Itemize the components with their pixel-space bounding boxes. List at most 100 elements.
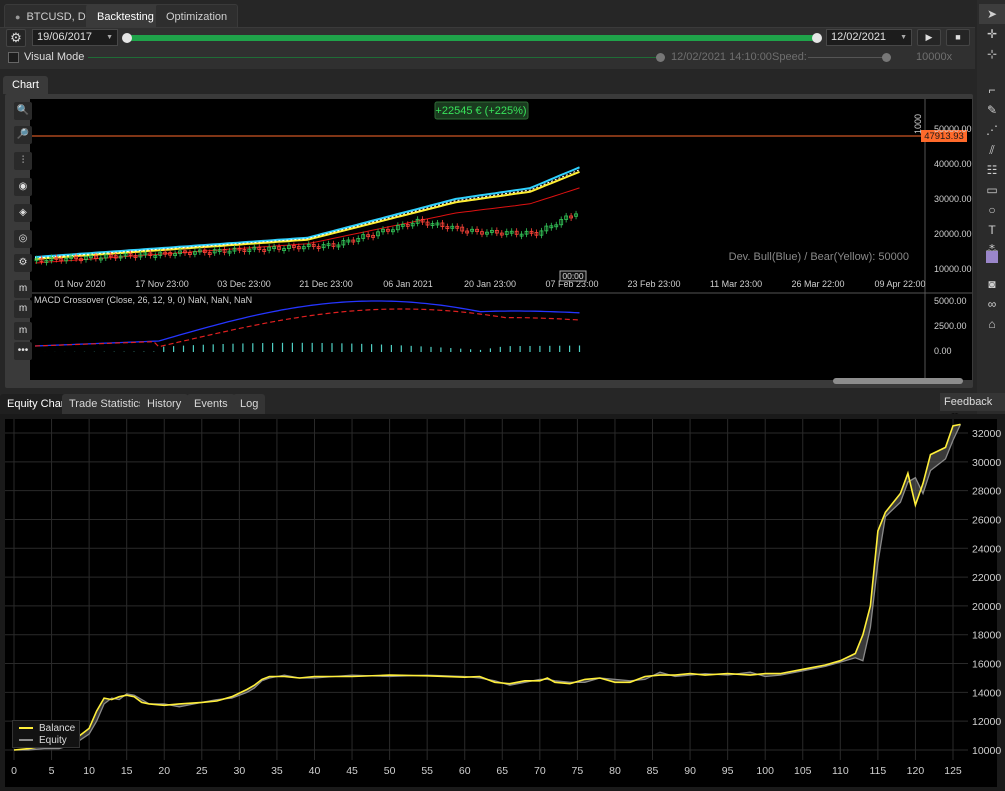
x-tick-label: 120 <box>907 765 925 777</box>
horizontal-scrollbar[interactable] <box>833 378 963 384</box>
speed-slider-handle[interactable] <box>882 53 891 62</box>
x-tick-label: 0 <box>11 765 17 777</box>
tab-symbol-label: BTCUSD, D1 <box>26 11 92 23</box>
tab-backtesting[interactable]: Backtesting <box>86 4 165 28</box>
price-tick-label: 30000.00 <box>934 194 972 204</box>
date-tick-label: 21 Dec 23:00 <box>299 279 353 289</box>
equity-plot-area <box>5 419 997 787</box>
date-tick-label: 17 Nov 23:00 <box>135 279 189 289</box>
channel-icon[interactable]: ⫽ <box>979 140 1005 160</box>
visual-mode-checkbox[interactable] <box>8 52 19 63</box>
date-tick-label: 01 Nov 2020 <box>54 279 105 289</box>
start-date-input[interactable]: 19/06/2017 ▼ <box>32 29 118 46</box>
stop-button[interactable]: ■ <box>946 29 970 46</box>
play-button[interactable]: ▶ <box>917 29 941 46</box>
equity-legend: Balance Equity <box>12 720 80 748</box>
tab-trade-statistics-label: Trade Statistics <box>69 398 145 410</box>
price-tick-label: 40000.00 <box>934 159 972 169</box>
x-tick-label: 35 <box>271 765 283 777</box>
more-icon[interactable]: ••• <box>14 342 32 360</box>
y-tick-label: 16000 <box>972 659 1001 671</box>
equity-panel: 0 5 10 15 20 25 30 35 40 45 50 55 60 65 70 75 80 85 90 95 10… <box>0 414 1005 791</box>
indicator-icon[interactable]: ⫶ <box>14 152 32 170</box>
zoom-in-icon[interactable]: 🔍 <box>14 102 32 120</box>
macd-tick-label: 5000.00 <box>934 296 967 306</box>
tab-events-label: Events <box>194 398 228 410</box>
color-swatch[interactable] <box>986 251 998 263</box>
feedback-label: Feedback <box>944 396 993 408</box>
date-tick-label: 11 Mar 23:00 <box>710 279 762 289</box>
x-tick-label: 75 <box>572 765 584 777</box>
x-tick-label: 125 <box>944 765 962 777</box>
y-tick-label: 26000 <box>972 514 1001 526</box>
x-tick-label: 85 <box>647 765 659 777</box>
progress-start-handle[interactable] <box>122 33 132 43</box>
y-tick-label: 30000 <box>972 457 1001 469</box>
settings-icon[interactable]: ⚙ <box>14 254 32 272</box>
tab-trade-statistics[interactable]: Trade Statistics <box>62 394 152 415</box>
visual-progress-track <box>88 57 660 58</box>
crosshair-icon[interactable]: ✛ <box>979 24 1005 44</box>
dot-icon: ● <box>15 12 21 22</box>
fibonacci-icon[interactable]: ⋰ <box>979 120 1005 140</box>
y-tick-label: 12000 <box>972 716 1001 728</box>
text-icon[interactable]: T <box>979 220 1005 240</box>
tab-history[interactable]: History <box>140 394 189 415</box>
cloud-icon[interactable]: ◉ <box>14 178 32 196</box>
tab-log[interactable]: Log <box>233 394 266 415</box>
legend-equity-label: Equity <box>39 735 67 746</box>
x-tick-label: 80 <box>609 765 621 777</box>
tab-optimization-label: Optimization <box>166 11 228 23</box>
cursor-icon[interactable]: ➤ <box>979 4 1005 24</box>
legend-balance: Balance <box>19 723 75 735</box>
y-tick-label: 22000 <box>972 572 1001 584</box>
camera-icon[interactable]: ◙ <box>979 274 1005 294</box>
pen-icon[interactable]: ✎ <box>979 100 1005 120</box>
price-tick-label: 10000.00 <box>934 264 972 274</box>
lock-icon[interactable]: ⌂ <box>979 314 1005 334</box>
x-tick-label: 65 <box>496 765 508 777</box>
x-tick-label: 105 <box>794 765 812 777</box>
date-axis-ticks: 01 Nov 2020 17 Nov 23:00 03 Dec 23:00 21 De… <box>54 279 925 289</box>
visual-progress-handle[interactable] <box>656 53 665 62</box>
stop-icon: ■ <box>955 32 961 42</box>
feedback-button[interactable]: Feedback💬 <box>940 393 1005 426</box>
tab-backtesting-label: Backtesting <box>97 11 154 23</box>
x-tick-label: 60 <box>459 765 471 777</box>
macd-tick-label: 0.00 <box>934 346 952 356</box>
app-window: ● BTCUSD, D1 Backtesting Optimization ⚙ 1… <box>0 0 1005 791</box>
circle-icon[interactable]: ○ <box>979 200 1005 220</box>
tab-optimization[interactable]: Optimization <box>155 4 239 28</box>
m15-icon[interactable]: m <box>14 322 32 340</box>
tab-chart[interactable]: Chart <box>3 76 48 94</box>
x-tick-label: 30 <box>234 765 246 777</box>
end-date-input[interactable]: 12/02/2021 ▼ <box>826 29 912 46</box>
progress-bar <box>127 35 819 41</box>
gear-icon[interactable]: ⚙ <box>6 29 26 47</box>
price-tick-label: 50000.00 <box>934 124 972 134</box>
m1-icon[interactable]: m <box>14 280 32 298</box>
tab-events[interactable]: Events <box>187 394 235 415</box>
measure-icon[interactable]: ⊹ <box>979 44 1005 64</box>
tab-history-label: History <box>147 398 182 410</box>
date-tick-label: 06 Jan 2021 <box>383 279 433 289</box>
progress-end-handle[interactable] <box>812 33 822 43</box>
speed-label: Speed: <box>772 51 807 63</box>
x-tick-label: 70 <box>534 765 546 777</box>
balance-swatch <box>19 727 33 730</box>
grid-tool-icon[interactable]: ☷ <box>979 160 1005 180</box>
tab-chart-label: Chart <box>12 79 39 91</box>
m5-icon[interactable]: m <box>14 300 32 318</box>
layers-icon[interactable]: ◈ <box>14 204 32 222</box>
crosshair-date-text: 00:00 <box>562 271 584 281</box>
y-tick-label: 18000 <box>972 630 1001 642</box>
zoom-out-icon[interactable]: 🔎 <box>14 126 32 144</box>
y-tick-label: 24000 <box>972 543 1001 555</box>
horizontal-line-icon[interactable]: ⌐ <box>979 80 1005 100</box>
x-tick-label: 25 <box>196 765 208 777</box>
link-icon[interactable]: ∞ <box>979 294 1005 314</box>
rectangle-icon[interactable]: ▭ <box>979 180 1005 200</box>
legend-balance-label: Balance <box>39 723 76 734</box>
legend-equity: Equity <box>19 735 67 747</box>
eye-icon[interactable]: ◎ <box>14 230 32 248</box>
